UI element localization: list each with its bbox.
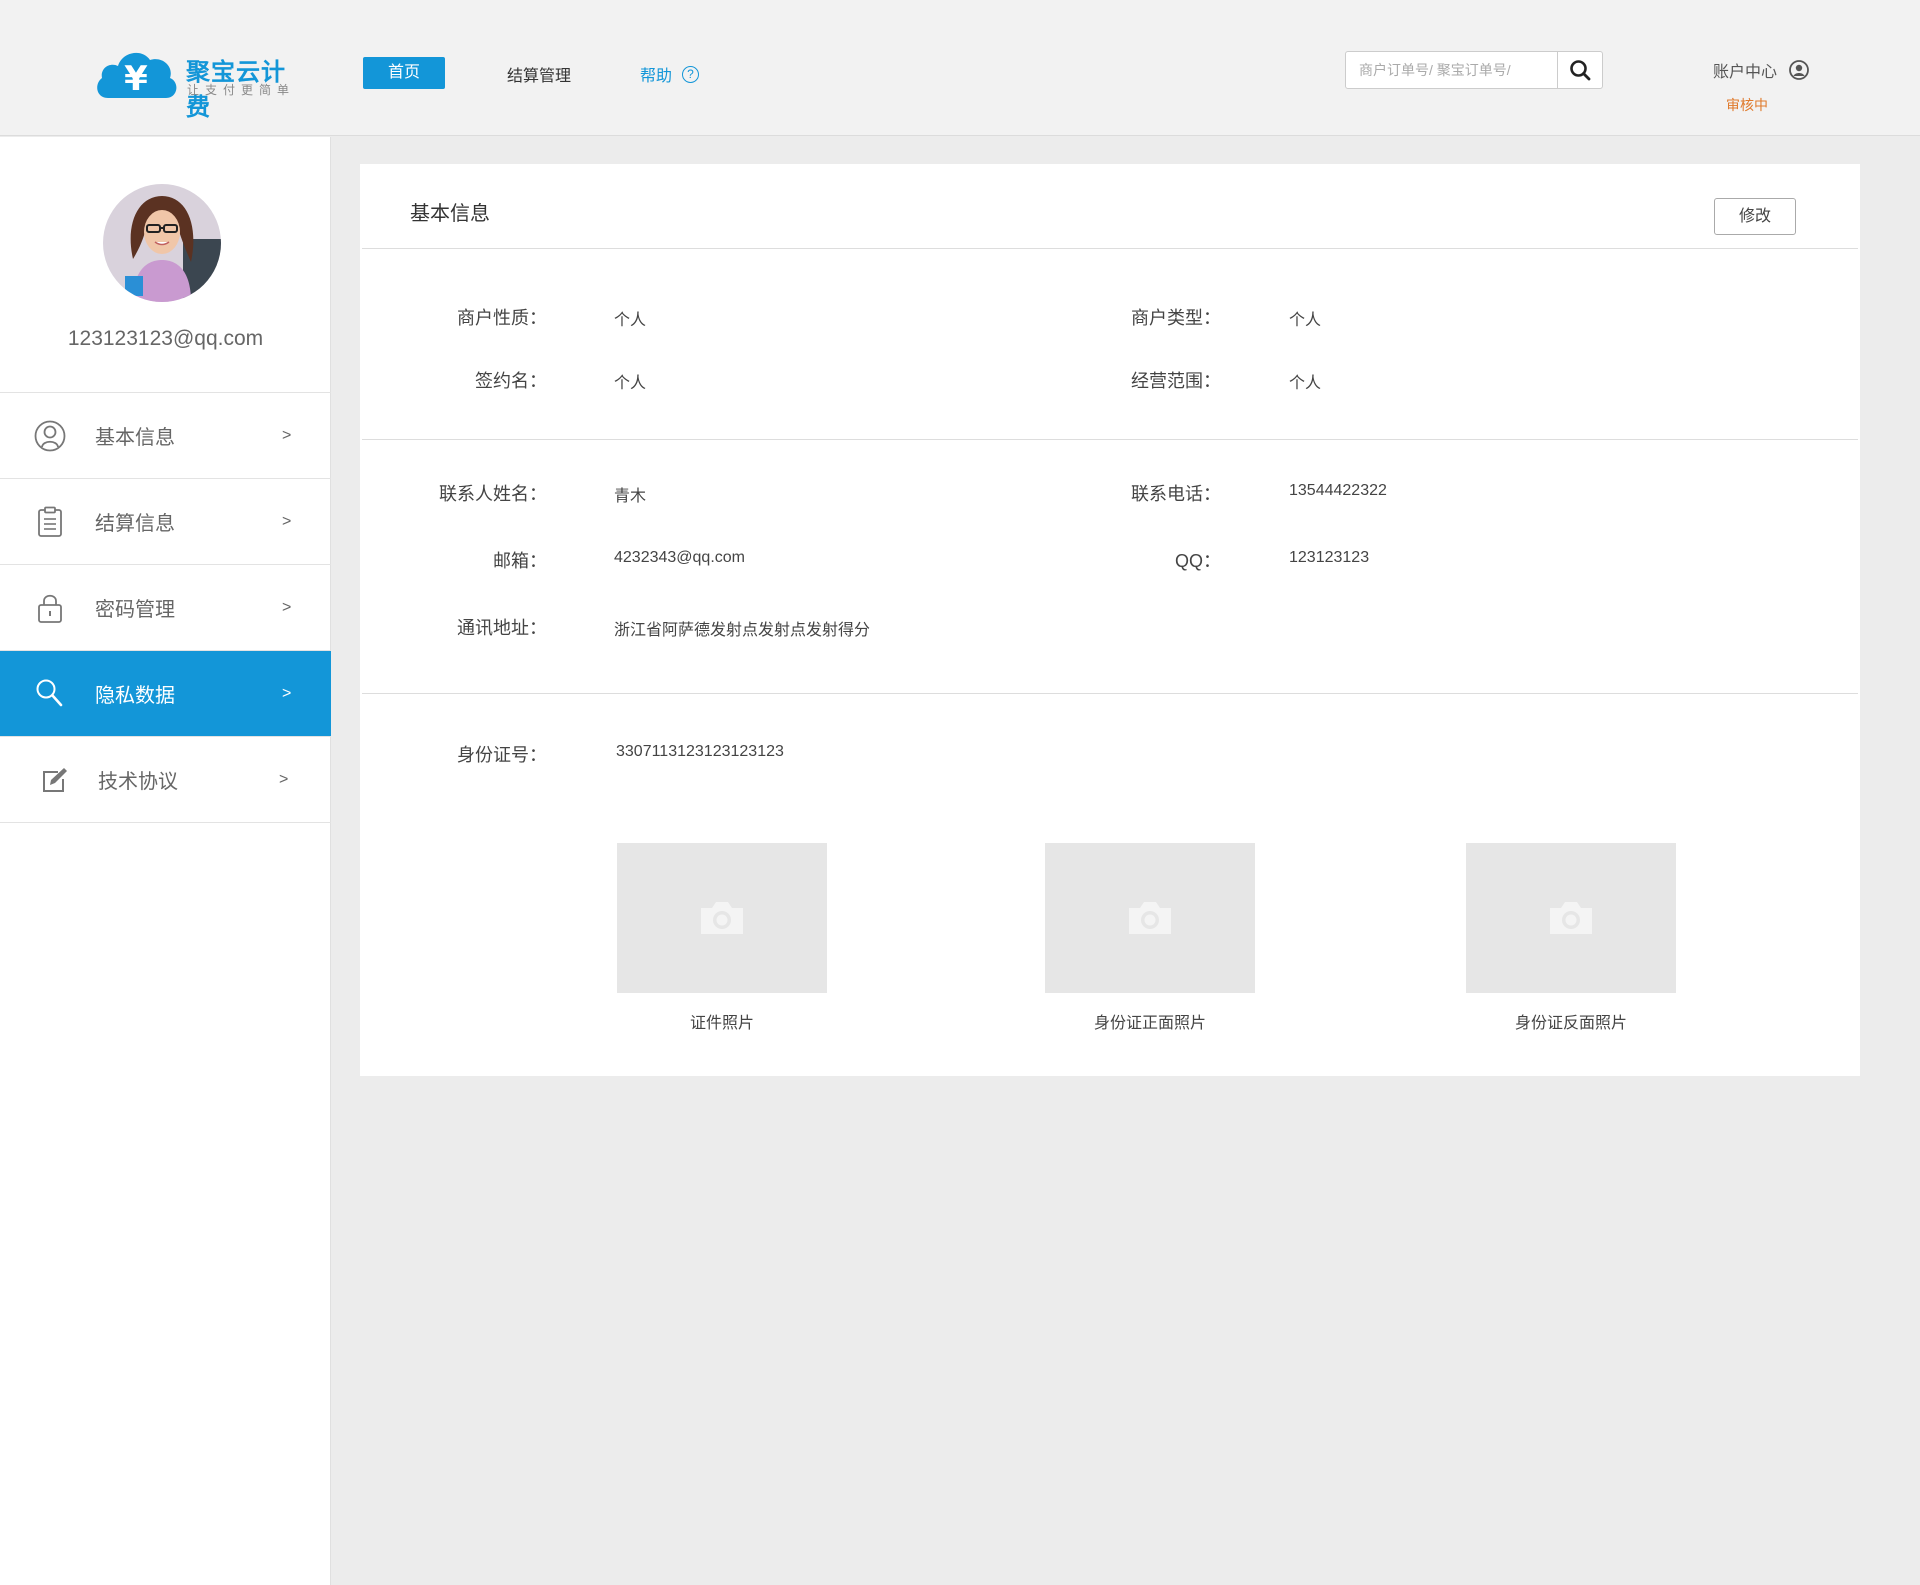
id-number-value: 3307113123123123123 <box>616 743 784 760</box>
sidebar-item-label: 基本信息 <box>95 427 175 449</box>
user-avatar-icon <box>1789 60 1809 80</box>
edit-icon <box>43 768 67 792</box>
identity-section: 身份证号： 3307113123123123123 证件照片 身份证正面照片 身… <box>362 695 1858 1076</box>
merchant-type-label: 商户类型： <box>1131 308 1221 328</box>
sidebar: 123123123@qq.com 基本信息 > 结算信息 > 密码管理 > 隐私… <box>0 137 331 1585</box>
address-label: 通讯地址： <box>457 618 547 638</box>
qq-value: 123123123 <box>1289 549 1370 566</box>
id-front-photo-upload[interactable] <box>1045 843 1255 993</box>
search-button[interactable] <box>1557 52 1602 88</box>
nav-home-tab[interactable]: 首页 <box>363 57 445 89</box>
chevron-right-icon: > <box>279 770 289 788</box>
contact-info-section: 联系人姓名： 青木 联系电话： 13544422322 邮箱： 4232343@… <box>362 441 1858 694</box>
merchant-info-section: 商户性质： 个人 商户类型： 个人 签约名： 个人 经营范围： 个人 <box>362 250 1858 440</box>
chevron-right-icon: > <box>282 684 292 702</box>
audit-status: 审核中 <box>1726 97 1768 113</box>
basic-info-panel: 基本信息 修改 商户性质： 个人 商户类型： 个人 签约名： 个人 经营范围： … <box>360 164 1860 1076</box>
certificate-photo-caption: 证件照片 <box>689 1015 754 1032</box>
merchant-type-value: 个人 <box>1289 312 1322 329</box>
email-label: 邮箱： <box>493 551 547 571</box>
sidebar-item-tech-agreement[interactable]: 技术协议 > <box>0 737 331 823</box>
chevron-right-icon: > <box>282 512 292 530</box>
contact-phone-value: 13544422322 <box>1289 482 1387 499</box>
account-center-link[interactable]: 账户中心 <box>1713 58 1809 82</box>
search-box <box>1345 51 1603 89</box>
camera-icon <box>1550 902 1592 934</box>
logo-slogan: 让支付更简单 <box>187 83 296 97</box>
id-number-label: 身份证号： <box>457 745 547 765</box>
contact-name-label: 联系人姓名： <box>439 484 547 504</box>
panel-title: 基本信息 <box>410 203 490 225</box>
camera-icon <box>1129 902 1171 934</box>
clipboard-icon <box>38 506 62 537</box>
panel-header: 基本信息 修改 <box>362 164 1858 249</box>
business-scope-label: 经营范围： <box>1131 371 1221 391</box>
certificate-photo-upload[interactable] <box>617 843 827 993</box>
sidebar-item-label: 技术协议 <box>98 771 178 793</box>
account-center-label: 账户中心 <box>1713 64 1778 81</box>
top-header: ¥ 聚宝云计费 让支付更简单 首页 结算管理 帮助 ? 账户中心 审核中 <box>0 0 1920 136</box>
id-back-photo-upload[interactable] <box>1466 843 1676 993</box>
avatar-portrait-image <box>103 184 221 302</box>
search-icon <box>36 679 63 707</box>
sidebar-menu: 基本信息 > 结算信息 > 密码管理 > 隐私数据 > 技术协议 > <box>0 392 331 823</box>
user-circle-icon <box>34 420 66 452</box>
svg-text:¥: ¥ <box>124 59 148 99</box>
business-scope-value: 个人 <box>1289 375 1322 392</box>
chevron-right-icon: > <box>282 598 292 616</box>
sign-name-value: 个人 <box>614 375 647 392</box>
edit-button[interactable]: 修改 <box>1714 198 1796 235</box>
address-value: 浙江省阿萨德发射点发射点发射得分 <box>614 622 871 639</box>
nav-help-label: 帮助 <box>640 68 673 85</box>
user-email: 123123123@qq.com <box>67 327 264 350</box>
sidebar-item-label: 密码管理 <box>95 599 175 621</box>
nav-help-link[interactable]: 帮助 ? <box>640 62 700 86</box>
camera-icon <box>701 902 743 934</box>
contact-phone-label: 联系电话： <box>1131 484 1221 504</box>
sidebar-item-label: 隐私数据 <box>95 685 175 707</box>
help-question-icon: ? <box>682 65 700 83</box>
sidebar-item-label: 结算信息 <box>95 513 175 535</box>
nav-settlement-tab[interactable]: 结算管理 <box>507 62 571 86</box>
search-input[interactable] <box>1346 52 1557 88</box>
logo[interactable]: ¥ 聚宝云计费 让支付更简单 <box>94 44 304 121</box>
merchant-nature-label: 商户性质： <box>457 308 547 328</box>
sidebar-item-basic-info[interactable]: 基本信息 > <box>0 393 331 479</box>
id-back-photo-caption: 身份证反面照片 <box>1514 1015 1627 1032</box>
email-value: 4232343@qq.com <box>614 549 745 566</box>
cloud-yen-icon: ¥ <box>97 52 177 99</box>
id-front-photo-caption: 身份证正面照片 <box>1093 1015 1206 1032</box>
chevron-right-icon: > <box>282 426 292 444</box>
sidebar-item-settlement-info[interactable]: 结算信息 > <box>0 479 331 565</box>
sidebar-item-password[interactable]: 密码管理 > <box>0 565 331 651</box>
avatar <box>103 184 221 302</box>
lock-icon <box>38 594 62 623</box>
magnifier-icon <box>1570 60 1591 81</box>
sidebar-item-privacy-data[interactable]: 隐私数据 > <box>0 651 331 737</box>
contact-name-value: 青木 <box>614 488 647 505</box>
merchant-nature-value: 个人 <box>614 312 647 329</box>
qq-label: QQ： <box>1174 551 1221 571</box>
sign-name-label: 签约名： <box>475 371 547 391</box>
